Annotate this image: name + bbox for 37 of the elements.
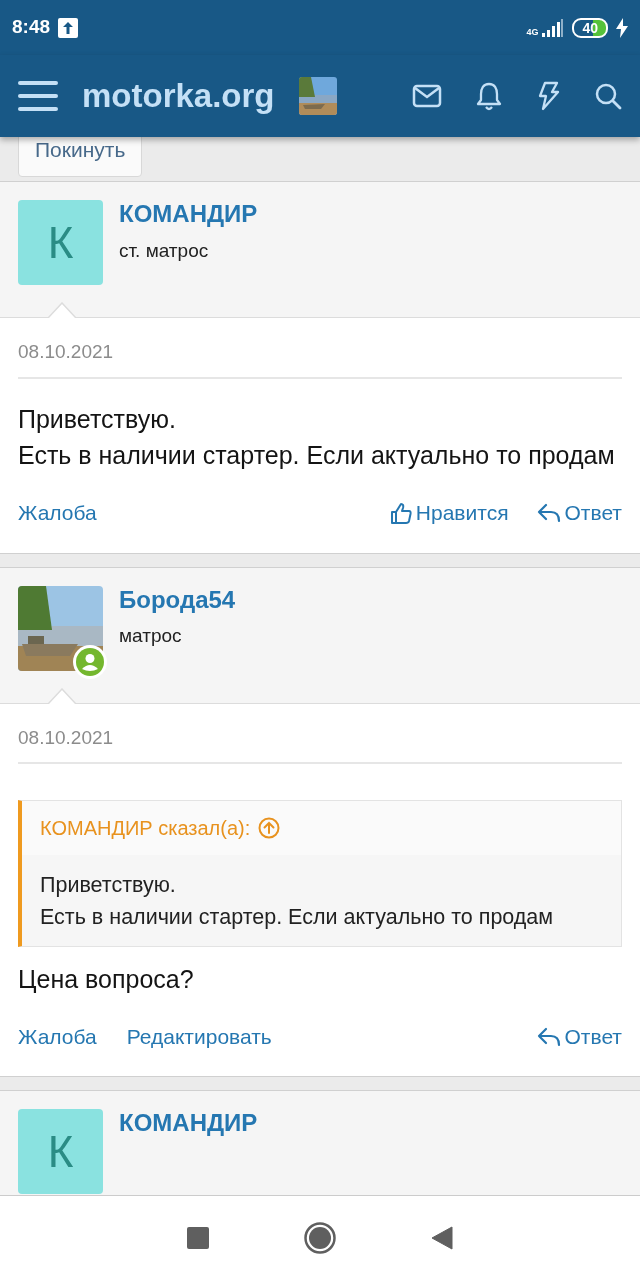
author-name[interactable]: Борода54 [119, 585, 236, 615]
reply-link[interactable]: Ответ [536, 1020, 622, 1053]
user-rank: ст. матрос [119, 238, 210, 263]
reply-arrow-icon [536, 502, 561, 523]
report-link[interactable]: Жалоба [18, 497, 97, 529]
signal-icon [542, 18, 565, 37]
quote-text: Приветствую. Есть в наличии стартер. Если актуально то продам [40, 873, 554, 930]
network-type: 4G [526, 27, 539, 37]
reply-arrow-icon [536, 1026, 561, 1047]
post-message: Цена вопроса? [18, 963, 195, 995]
back-icon[interactable] [431, 1226, 453, 1250]
user-rank: матрос [119, 624, 183, 649]
post-message: Приветствую. Есть в наличии стартер. Если актуально то продам [18, 403, 616, 471]
online-status-icon [76, 647, 104, 676]
upload-notification-icon [58, 17, 79, 38]
thumbs-up-icon [389, 501, 412, 524]
clock-time: 8:48 [12, 15, 51, 40]
avatar[interactable]: К [18, 200, 103, 285]
lightning-icon[interactable] [536, 81, 560, 111]
search-icon[interactable] [594, 82, 622, 110]
home-icon[interactable] [304, 1222, 336, 1254]
edit-link[interactable]: Редактировать [126, 1020, 272, 1053]
author-name[interactable]: КОМАНДИР [119, 200, 258, 229]
charging-icon [616, 17, 628, 38]
post-date: 08.10.2021 [18, 726, 114, 748]
reply-link[interactable]: Ответ [536, 497, 622, 529]
avatar[interactable]: К [18, 1109, 103, 1195]
leave-button[interactable]: Покинуть [18, 137, 143, 177]
mail-icon[interactable] [412, 84, 442, 108]
report-link[interactable]: Жалоба [18, 1020, 97, 1053]
battery-indicator: 40 [572, 17, 608, 38]
author-name[interactable]: КОМАНДИР [119, 1109, 258, 1139]
menu-icon[interactable] [18, 80, 58, 112]
post-date: 08.10.2021 [18, 341, 114, 362]
like-link[interactable]: Нравится [389, 497, 509, 529]
bell-icon[interactable] [476, 81, 502, 111]
site-logo[interactable]: motorka.org [82, 71, 275, 121]
